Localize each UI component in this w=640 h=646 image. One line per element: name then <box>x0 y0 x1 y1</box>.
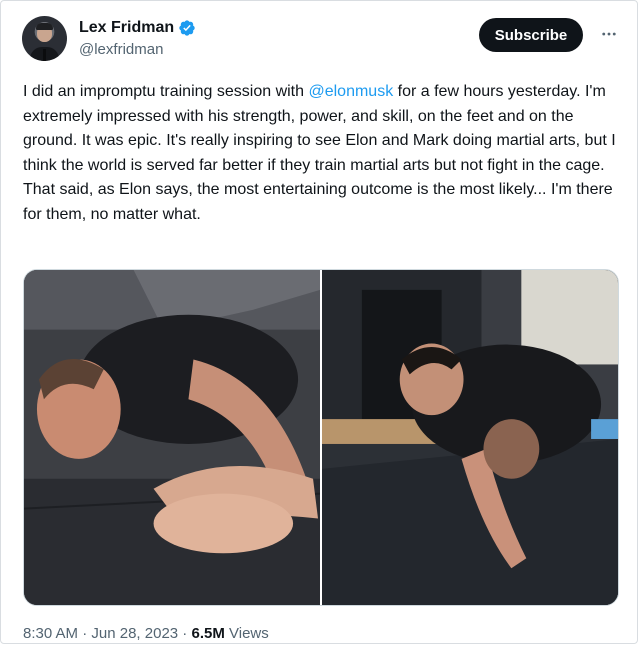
views-label: Views <box>224 625 269 642</box>
author-info: Lex Fridman @lexfridman <box>79 18 196 60</box>
tweet-header: Lex Fridman @lexfridman Subscribe <box>22 16 619 64</box>
tweet-time[interactable]: 8:30 AM <box>23 625 78 642</box>
author-avatar[interactable] <box>22 16 67 61</box>
tweet-text-part: for a few hours yesterday. I'm extremely… <box>23 83 616 223</box>
photo-1[interactable] <box>24 270 320 605</box>
author-display-name[interactable]: Lex Fridman <box>79 18 174 38</box>
photo-2[interactable] <box>322 270 618 605</box>
verified-badge-icon <box>179 20 195 36</box>
subscribe-button[interactable]: Subscribe <box>479 18 583 52</box>
tweet-text: I did an impromptu training session with… <box>23 80 617 227</box>
tweet-card: Lex Fridman @lexfridman Subscribe I did … <box>0 0 638 644</box>
meta-separator: · <box>178 625 192 642</box>
author-handle[interactable]: @lexfridman <box>79 40 196 60</box>
tweet-text-part: I did an impromptu training session with <box>23 83 309 100</box>
tweet-date[interactable]: Jun 28, 2023 <box>91 625 178 642</box>
views-count[interactable]: 6.5M <box>191 625 224 642</box>
tweet-meta: 8:30 AM · Jun 28, 2023 · 6.5M Views <box>23 625 269 643</box>
more-options-icon[interactable] <box>599 24 619 44</box>
meta-separator: · <box>78 625 92 642</box>
mention-link[interactable]: @elonmusk <box>308 83 393 100</box>
media-grid <box>23 269 619 606</box>
